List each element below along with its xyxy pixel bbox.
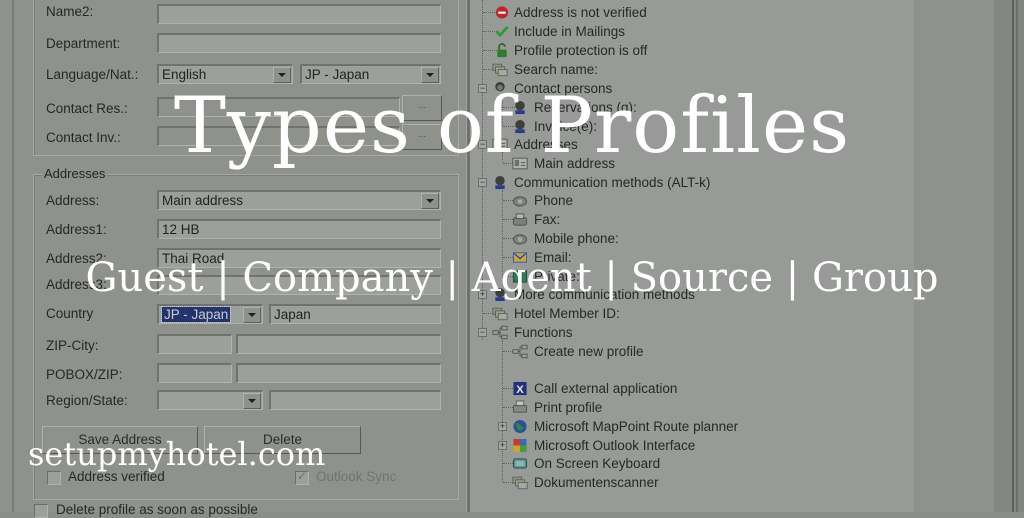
tree-item-dokumentenscanner[interactable]: Dokumentenscanner [470,473,890,492]
address-select-value: Main address [162,193,244,208]
tree-item-fax[interactable]: Fax: [470,210,890,229]
tree-item-label: Dokumentenscanner [534,475,659,490]
country-name-field[interactable]: Japan [269,304,441,324]
unlocked-padlock-icon [497,43,507,58]
chevron-down-icon[interactable] [421,193,439,209]
site-watermark: setupmyhotel.com [28,435,326,473]
keyboard-icon [512,458,528,469]
pobox-zip-field[interactable] [236,363,441,383]
overlay-subtitle: Guest | Company | Agent | Source | Group [85,255,939,301]
phone-icon [512,196,528,207]
collapse-toggle[interactable]: − [478,178,487,187]
svg-text:X: X [516,384,524,396]
profile-window: Name2: Department: Language/Nat.: Englis… [0,0,1024,518]
tree-item-on-screen-keyboard[interactable]: On Screen Keyboard [470,454,890,473]
tree-item-label: Microsoft Outlook Interface [534,438,696,453]
delete-profile-checkbox[interactable] [34,504,48,518]
tree-item-label: Address is not verified [514,5,647,20]
tree-item-outlook-interface[interactable]: + Microsoft Outlook Interface [470,436,890,455]
network-icon [492,325,508,340]
tree-item-label: Mobile phone: [534,231,619,246]
tree-item-profile-protection[interactable]: Profile protection is off [470,41,890,60]
tree-item-label: Profile protection is off [514,43,648,58]
chevron-down-icon[interactable] [243,393,261,409]
tree-item-label: Hotel Member ID: [514,306,620,321]
tree-item-label: Search name: [514,62,599,77]
tree-item-functions[interactable]: − Functions [470,323,890,342]
tree-item-label: Communication methods (ALT-k) [514,175,711,190]
country-code-value: JP - Japan [160,306,232,323]
country-label: Country [46,306,94,321]
tree-item-label: On Screen Keyboard [534,456,661,471]
collapse-toggle[interactable]: − [478,328,487,337]
expand-toggle[interactable]: + [498,422,507,431]
region-select[interactable] [157,390,263,410]
tree-item-label: Fax: [534,212,561,227]
zip-city-label: ZIP-City: [46,338,99,353]
tree-item-label: Functions [514,325,573,340]
checkmark-icon [495,25,509,38]
cards-icon [492,307,508,321]
country-code-select[interactable]: JP - Japan [157,304,263,324]
chevron-down-icon[interactable] [243,307,261,323]
tree-item-mappoint[interactable]: + Microsoft MapPoint Route planner [470,417,890,436]
tree-item-label: Phone [534,193,574,208]
tree-item-label: Include in Mailings [514,24,626,39]
region-name-field[interactable] [269,390,441,410]
name2-field[interactable] [157,4,441,24]
outlook-icon [513,438,527,453]
address1-label: Address1: [46,222,107,237]
tree-item-hotel-member-id[interactable]: Hotel Member ID: [470,304,890,323]
fax-icon [512,213,528,226]
tree-item-label: Microsoft MapPoint Route planner [534,419,739,434]
zip-field[interactable] [157,334,232,354]
tree-item-label: Print profile [534,400,603,415]
no-entry-icon [495,6,509,19]
excel-icon: X [513,381,527,396]
region-state-label: Region/State: [46,393,128,408]
globe-icon [513,419,527,434]
address-select[interactable]: Main address [157,190,441,210]
city-field[interactable] [236,334,441,354]
tree-item-label: Create new profile [534,344,644,359]
person-icon [495,175,505,190]
tree-item-include-mailings[interactable]: Include in Mailings [470,22,890,41]
cards-icon [512,476,528,490]
tree-item-mobile-phone[interactable]: Mobile phone: [470,229,890,248]
tree-item-phone[interactable]: Phone [470,191,890,210]
tree-item-search-name[interactable]: Search name: [470,60,890,79]
address-label: Address: [46,193,100,208]
tree-item-print-profile[interactable]: Print profile [470,398,890,417]
expand-toggle[interactable]: + [498,441,507,450]
tree-item-address-not-verified[interactable]: Address is not verified [470,3,890,22]
department-label: Department: [46,36,121,51]
delete-profile-label: Delete profile as soon as possible [56,502,258,517]
phone-icon [512,234,528,245]
name2-label: Name2: [46,4,94,19]
pobox-field[interactable] [157,363,232,383]
department-field[interactable] [157,33,441,53]
tree-item-label: Call external application [534,381,678,396]
cards-icon [492,63,508,77]
printer-icon [512,400,528,413]
tree-item-communication-methods[interactable]: − Communication methods (ALT-k) [470,173,890,192]
network-icon [512,344,528,359]
outlook-sync-label: Outlook Sync [316,469,397,484]
pobox-zip-label: POBOX/ZIP: [46,367,123,382]
address1-field[interactable]: 12 HB [157,219,441,239]
tree-item-call-external-app[interactable]: X Call external application [470,379,890,398]
tree-item-create-new-profile[interactable]: Create new profile [470,342,890,361]
overlay-title: Types of Profiles [173,81,851,171]
